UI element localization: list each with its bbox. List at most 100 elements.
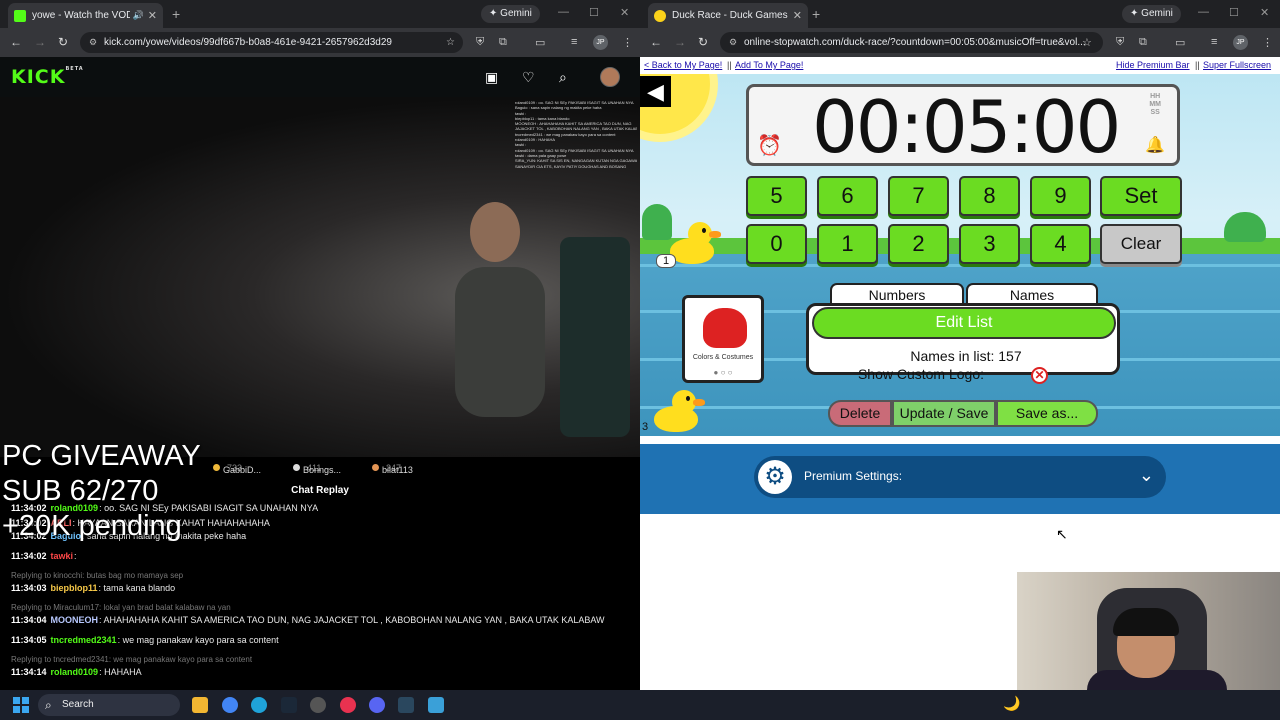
profile-avatar[interactable]: JP	[593, 35, 608, 50]
night-mode-icon[interactable]: 🌙	[1003, 695, 1020, 712]
keypad-9-button[interactable]: 9	[1030, 176, 1091, 216]
gemini-button[interactable]: ✦ Gemini	[481, 5, 540, 23]
file-explorer-icon[interactable]	[192, 697, 208, 713]
chat-timestamp: 11:34:04	[11, 615, 47, 625]
left-browser-window: yowe - Watch the VOD on Kick 🔊 ✕ + ✦ Gem…	[0, 0, 640, 690]
url-input[interactable]: ⚙ kick.com/yowe/videos/99df667b-b0a8-461…	[80, 32, 463, 53]
keypad-2-button[interactable]: 2	[888, 224, 949, 264]
keypad-6-button[interactable]: 6	[817, 176, 878, 216]
windows-start-icon[interactable]	[13, 697, 29, 713]
chat-username[interactable]: tncredmed2341	[51, 635, 117, 645]
extensions-icon[interactable]: ⧉	[499, 36, 507, 49]
keypad-8-button[interactable]: 8	[959, 176, 1020, 216]
notepad-icon[interactable]	[428, 697, 444, 713]
menu-kebab-icon[interactable]: ⋮	[1262, 36, 1273, 49]
cast-icon[interactable]: ▭	[535, 36, 545, 49]
keypad-1-button[interactable]: 1	[817, 224, 878, 264]
sound-bell-icon[interactable]: 🔔	[1145, 135, 1165, 155]
forward-icon[interactable]: →	[34, 35, 46, 49]
close-tab-icon[interactable]: ✕	[148, 9, 157, 22]
reading-list-icon[interactable]: ≡	[1211, 36, 1217, 48]
url-input[interactable]: ⚙ online-stopwatch.com/duck-race/?countd…	[720, 32, 1103, 53]
user-avatar[interactable]	[600, 67, 620, 87]
stream-overlay-line: PC GIVEAWAY	[2, 440, 201, 472]
window-close-icon[interactable]: ✕	[620, 6, 629, 19]
keypad-5-button[interactable]: 5	[746, 176, 807, 216]
steam-app-icon[interactable]	[398, 697, 414, 713]
minimize-icon[interactable]: —	[1198, 6, 1209, 18]
video-player[interactable]: roland0109 : oo. SAG NI SEy PAKISABI ISA…	[0, 97, 640, 457]
gifter-3[interactable]: bilat113 347	[372, 463, 413, 475]
gemini-button[interactable]: ✦ Gemini	[1122, 5, 1181, 23]
back-arrow-icon[interactable]: ◀	[640, 76, 671, 107]
tab-numbers[interactable]: Numbers	[830, 283, 964, 305]
alarm-clock-icon[interactable]: ⏰	[757, 133, 782, 158]
clear-button[interactable]: Clear	[1100, 224, 1182, 264]
add-to-my-page-link[interactable]: Add To My Page!	[735, 60, 803, 70]
extensions-icon[interactable]: ⧉	[1139, 36, 1147, 49]
hms-format-toggle[interactable]: HH MM SS	[1149, 93, 1161, 117]
hide-premium-bar-link[interactable]: Hide Premium Bar	[1116, 60, 1190, 70]
site-info-icon[interactable]: ⚙	[729, 32, 737, 53]
chrome-icon[interactable]	[222, 697, 238, 713]
new-tab-icon[interactable]: +	[172, 6, 180, 22]
shield-extension-icon[interactable]: ⛨	[476, 36, 484, 49]
taskbar-search-input[interactable]: ⌕ Search	[38, 694, 180, 716]
tab-names[interactable]: Names	[966, 283, 1098, 305]
left-tab-kick[interactable]: yowe - Watch the VOD on Kick 🔊 ✕	[8, 3, 163, 28]
keypad-0-button[interactable]: 0	[746, 224, 807, 264]
bookmark-star-icon[interactable]: ☆	[446, 32, 455, 53]
back-icon[interactable]: ←	[650, 35, 662, 49]
custom-logo-toggle-icon[interactable]: ✕	[1031, 367, 1048, 384]
gifter-1[interactable]: GabbiD... 733	[213, 463, 261, 475]
kick-logo-text: KICK	[11, 66, 66, 88]
window-close-icon[interactable]: ✕	[1260, 6, 1269, 19]
back-icon[interactable]: ←	[10, 35, 22, 49]
premium-settings-dropdown[interactable]: ⚙ Premium Settings: ⌄	[754, 456, 1166, 498]
following-icon[interactable]: ▣	[485, 69, 498, 86]
chat-reply-context: Replying to kinocchi: butas bag mo mamay…	[11, 571, 184, 580]
minimize-icon[interactable]: —	[558, 6, 569, 18]
bookmark-star-icon[interactable]: ☆	[1082, 36, 1092, 49]
obs-icon[interactable]	[310, 697, 326, 713]
keypad-3-button[interactable]: 3	[959, 224, 1020, 264]
close-tab-icon[interactable]: ✕	[793, 9, 802, 22]
save-as-button[interactable]: Save as...	[996, 400, 1098, 427]
shield-extension-icon[interactable]: ⛨	[1116, 36, 1124, 49]
gifter-2[interactable]: Bonngs... 411	[293, 463, 341, 475]
chat-username[interactable]: MOONEOH	[51, 615, 99, 625]
chat-username[interactable]: biepblop11	[51, 583, 98, 593]
reload-icon[interactable]: ↻	[698, 35, 708, 49]
kick-logo[interactable]: KICKBETA	[11, 66, 84, 88]
reload-icon[interactable]: ↻	[58, 35, 68, 49]
chat-username[interactable]: roland0109	[51, 667, 99, 677]
chat-username[interactable]: tawki	[51, 551, 74, 561]
search-icon[interactable]: ⌕	[559, 69, 567, 86]
set-button[interactable]: Set	[1100, 176, 1182, 216]
right-tab-duck-race[interactable]: Duck Race - Duck Games ✕	[648, 3, 808, 28]
edit-list-button[interactable]: Edit List	[812, 307, 1116, 339]
super-fullscreen-link[interactable]: Super Fullscreen	[1203, 60, 1271, 70]
back-to-my-page-link[interactable]: < Back to My Page!	[644, 60, 722, 70]
discord-icon[interactable]	[369, 697, 385, 713]
maximize-icon[interactable]: ☐	[589, 6, 599, 19]
new-tab-icon[interactable]: +	[812, 6, 820, 22]
carousel-dots[interactable]: ● ○ ○	[685, 368, 761, 377]
colors-costumes-card[interactable]: Colors & Costumes ● ○ ○	[682, 295, 764, 383]
site-info-icon[interactable]: ⚙	[89, 32, 97, 53]
edge-icon[interactable]	[251, 697, 267, 713]
maximize-icon[interactable]: ☐	[1229, 6, 1239, 19]
steam-icon[interactable]	[281, 697, 297, 713]
forward-icon[interactable]: →	[674, 35, 686, 49]
keypad-7-button[interactable]: 7	[888, 176, 949, 216]
media-player-icon[interactable]	[340, 697, 356, 713]
update-save-button[interactable]: Update / Save	[892, 400, 996, 427]
profile-avatar[interactable]: JP	[1233, 35, 1248, 50]
speaker-icon[interactable]: 🔊	[133, 10, 144, 21]
reading-list-icon[interactable]: ≡	[571, 36, 577, 48]
delete-button[interactable]: Delete	[828, 400, 892, 427]
heart-icon[interactable]: ♡	[522, 69, 535, 86]
cast-icon[interactable]: ▭	[1175, 36, 1185, 49]
menu-kebab-icon[interactable]: ⋮	[622, 36, 633, 49]
keypad-4-button[interactable]: 4	[1030, 224, 1091, 264]
